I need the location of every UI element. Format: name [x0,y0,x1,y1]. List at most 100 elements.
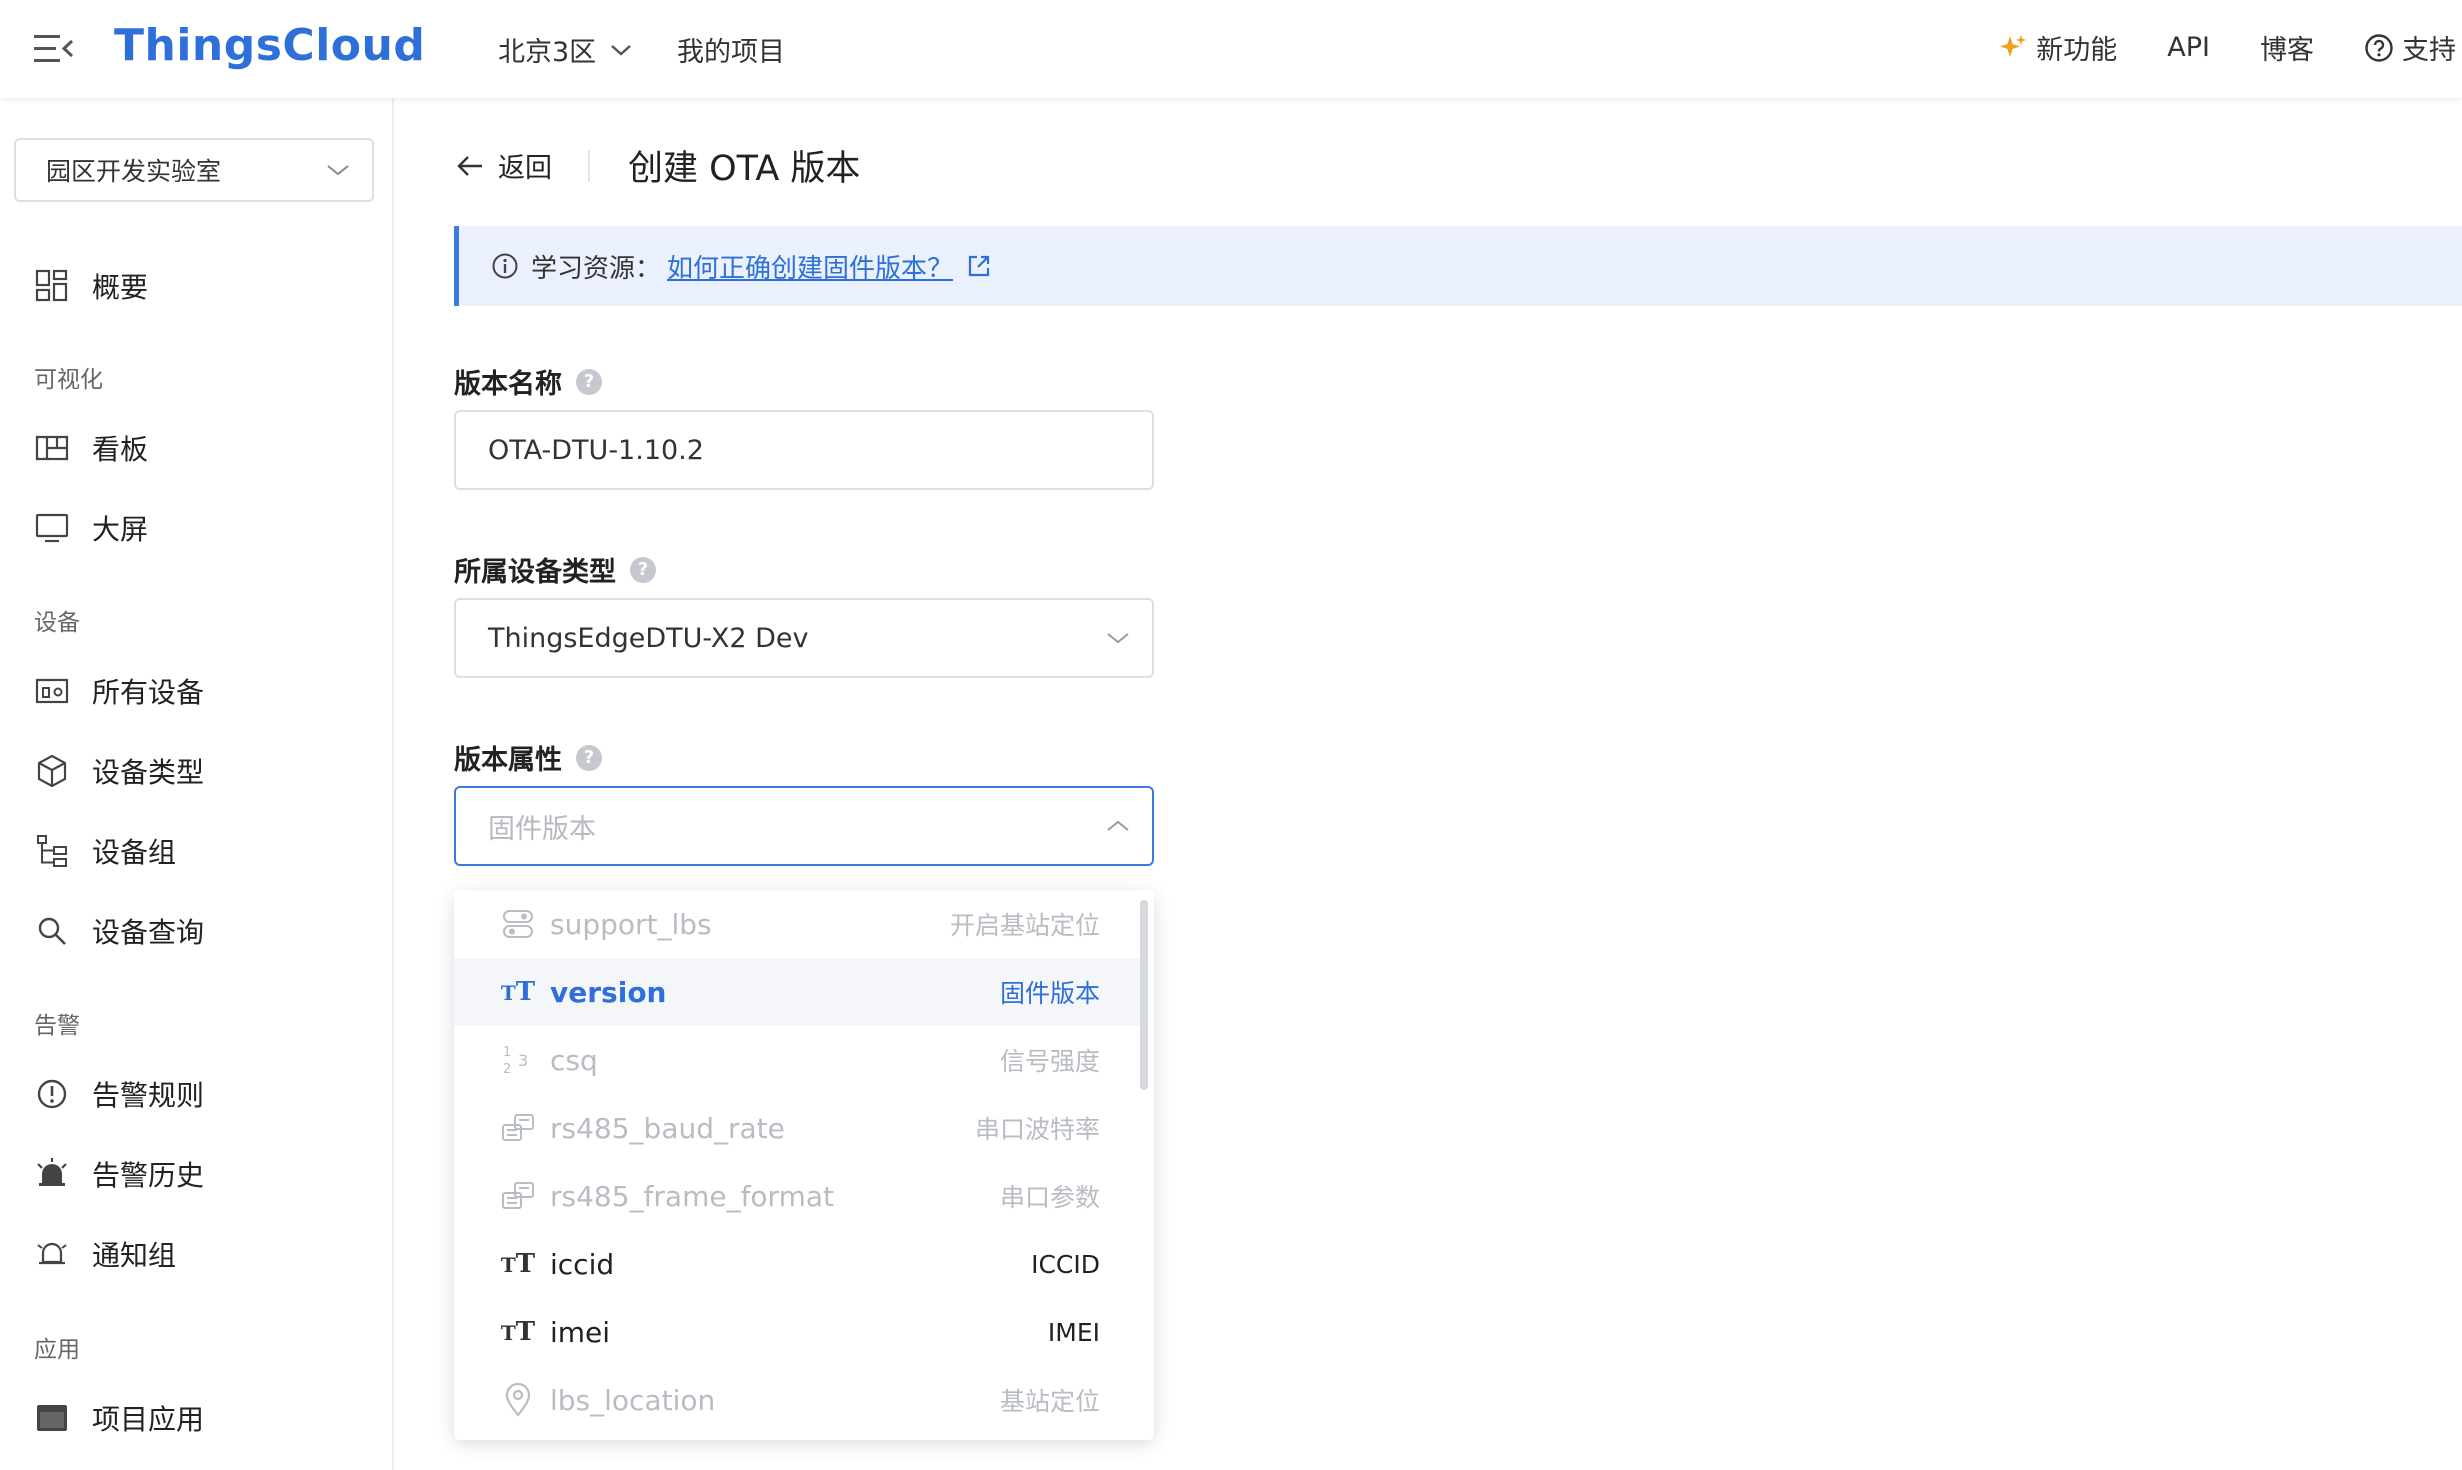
support-link[interactable]: 支持 [2364,28,2456,67]
option-rs485-baud-rate[interactable]: rs485_baud_rate 串口波特率 [454,1094,1140,1162]
help-icon[interactable]: ? [630,556,656,583]
blog-link[interactable]: 博客 [2260,28,2314,67]
new-features-label: 新功能 [2036,35,2118,66]
version-name-input[interactable]: OTA-DTU-1.10.2 [454,410,1154,490]
bell-icon [37,1242,67,1265]
sidebar-item-device-query[interactable]: 设备查询 [34,911,204,951]
sidebar-item-notify-groups[interactable]: 通知组 [34,1234,176,1274]
external-link-icon[interactable] [965,252,993,280]
firmware-guide-link[interactable]: 如何正确创建固件版本？ [667,248,953,285]
my-projects-link[interactable]: 我的项目 [677,30,785,69]
top-bar: ThingsCloud 北京3区 我的项目 新功能 API 博客 支持 [0,0,2462,98]
sidebar-item-label: 通知组 [92,1239,177,1272]
option-imei[interactable]: TT imei IMEI [454,1298,1140,1366]
option-key: rs485_frame_format [550,1179,834,1213]
option-csq[interactable]: 1 2 3 csq 信号强度 [454,1026,1140,1094]
option-iccid[interactable]: TT iccid ICCID [454,1230,1140,1298]
version-attr-label: 版本属性 ? [454,738,602,777]
version-attr-label-text: 版本属性 [454,745,562,776]
sidebar-item-label: 设备类型 [92,756,205,789]
alert-circle-icon [37,1079,67,1109]
sidebar-item-label: 项目应用 [92,1403,205,1436]
sidebar-item-big-screen[interactable]: 大屏 [34,508,148,548]
nav-group-visual: 可视化 [34,367,103,393]
monitor-icon [35,513,69,543]
top-right-links: 新功能 API 博客 支持 [1998,28,2462,67]
device-type-label: 所属设备类型 ? [454,550,656,589]
arrow-left-icon [457,155,482,176]
brand-logo[interactable]: ThingsCloud [114,20,425,71]
enum-type-icon [496,1178,540,1214]
option-version[interactable]: TT version 固件版本 [454,958,1140,1026]
chevron-down-icon [611,44,632,56]
help-icon[interactable]: ? [576,744,602,771]
sidebar-item-project-apps[interactable]: 项目应用 [34,1398,204,1438]
menu-collapse-icon[interactable] [34,33,74,65]
text-type-icon: TT [500,1249,536,1279]
sidebar-item-label: 设备组 [92,836,177,869]
info-banner: 学习资源： 如何正确创建固件版本？ [454,226,2462,306]
chevron-down-icon [1107,633,1129,644]
sidebar-item-label: 设备查询 [92,916,205,949]
location-icon [496,1382,540,1418]
sidebar-item-label: 告警规则 [92,1079,205,1112]
version-attr-placeholder: 固件版本 [488,813,596,845]
number-type-icon: 1 2 3 [496,1042,540,1078]
alarm-bell-icon [37,1158,67,1186]
version-name-value: OTA-DTU-1.10.2 [488,434,704,466]
sidebar-item-label: 告警历史 [92,1159,205,1192]
text-type-icon: TT [500,977,536,1007]
device-type-select[interactable]: ThingsEdgeDTU-X2 Dev [454,598,1154,678]
enum-type-icon [496,1110,540,1146]
project-selector[interactable]: 园区开发实验室 [14,138,374,202]
option-desc: 串口参数 [999,1183,1100,1212]
grid-icon [35,269,68,302]
option-desc: 开启基站定位 [949,911,1100,940]
region-selector[interactable]: 北京3区 [498,30,632,69]
help-icon[interactable]: ? [576,368,602,395]
search-icon [38,917,66,945]
option-desc: IMEI [1047,1317,1100,1347]
option-key: support_lbs [550,907,712,941]
sidebar-item-device-types[interactable]: 设备类型 [34,751,204,791]
option-key: version [550,975,667,1009]
device-type-label-text: 所属设备类型 [454,557,616,588]
option-desc: ICCID [1031,1249,1100,1279]
sidebar-item-all-devices[interactable]: 所有设备 [34,671,204,711]
sidebar-item-overview[interactable]: 概要 [34,266,148,306]
option-desc: 串口波特率 [974,1115,1100,1144]
version-name-label-text: 版本名称 [454,369,562,400]
svg-text:2: 2 [503,1062,511,1077]
sparkle-icon [2000,34,2027,57]
sidebar-item-alarm-rules[interactable]: 告警规则 [34,1074,204,1114]
option-desc: 固件版本 [999,979,1100,1008]
option-rs485-frame-format[interactable]: rs485_frame_format 串口参数 [454,1162,1140,1230]
sidebar-item-alarm-history[interactable]: 告警历史 [34,1154,204,1194]
version-name-label: 版本名称 ? [454,362,602,401]
chevron-up-icon [1107,820,1129,831]
back-button[interactable]: 返回 [456,146,552,185]
nav-group-app: 应用 [34,1337,80,1363]
option-support-lbs[interactable]: support_lbs 开启基站定位 [454,890,1140,958]
info-icon [492,253,518,279]
banner-prefix: 学习资源： [531,253,662,284]
option-key: imei [550,1315,611,1349]
option-desc: 基站定位 [999,1387,1100,1416]
region-label: 北京3区 [498,37,597,68]
sidebar-item-dashboard[interactable]: 看板 [34,428,148,468]
back-label: 返回 [498,153,552,184]
new-features-link[interactable]: 新功能 [1998,28,2117,67]
app-window-icon [37,1405,67,1431]
option-lbs-location[interactable]: lbs_location 基站定位 [454,1366,1140,1434]
api-link[interactable]: API [2167,32,2210,63]
option-desc: 信号强度 [999,1047,1100,1076]
devices-icon [35,678,69,704]
sidebar-item-device-groups[interactable]: 设备组 [34,831,176,871]
sidebar-item-label: 看板 [92,433,149,466]
dropdown-scrollbar[interactable] [1140,900,1148,1090]
tree-icon [37,835,67,867]
sidebar-item-label: 大屏 [92,513,149,546]
version-attr-select[interactable]: 固件版本 [454,786,1154,866]
page-title: 创建 OTA 版本 [628,149,861,189]
cube-icon [37,754,67,788]
